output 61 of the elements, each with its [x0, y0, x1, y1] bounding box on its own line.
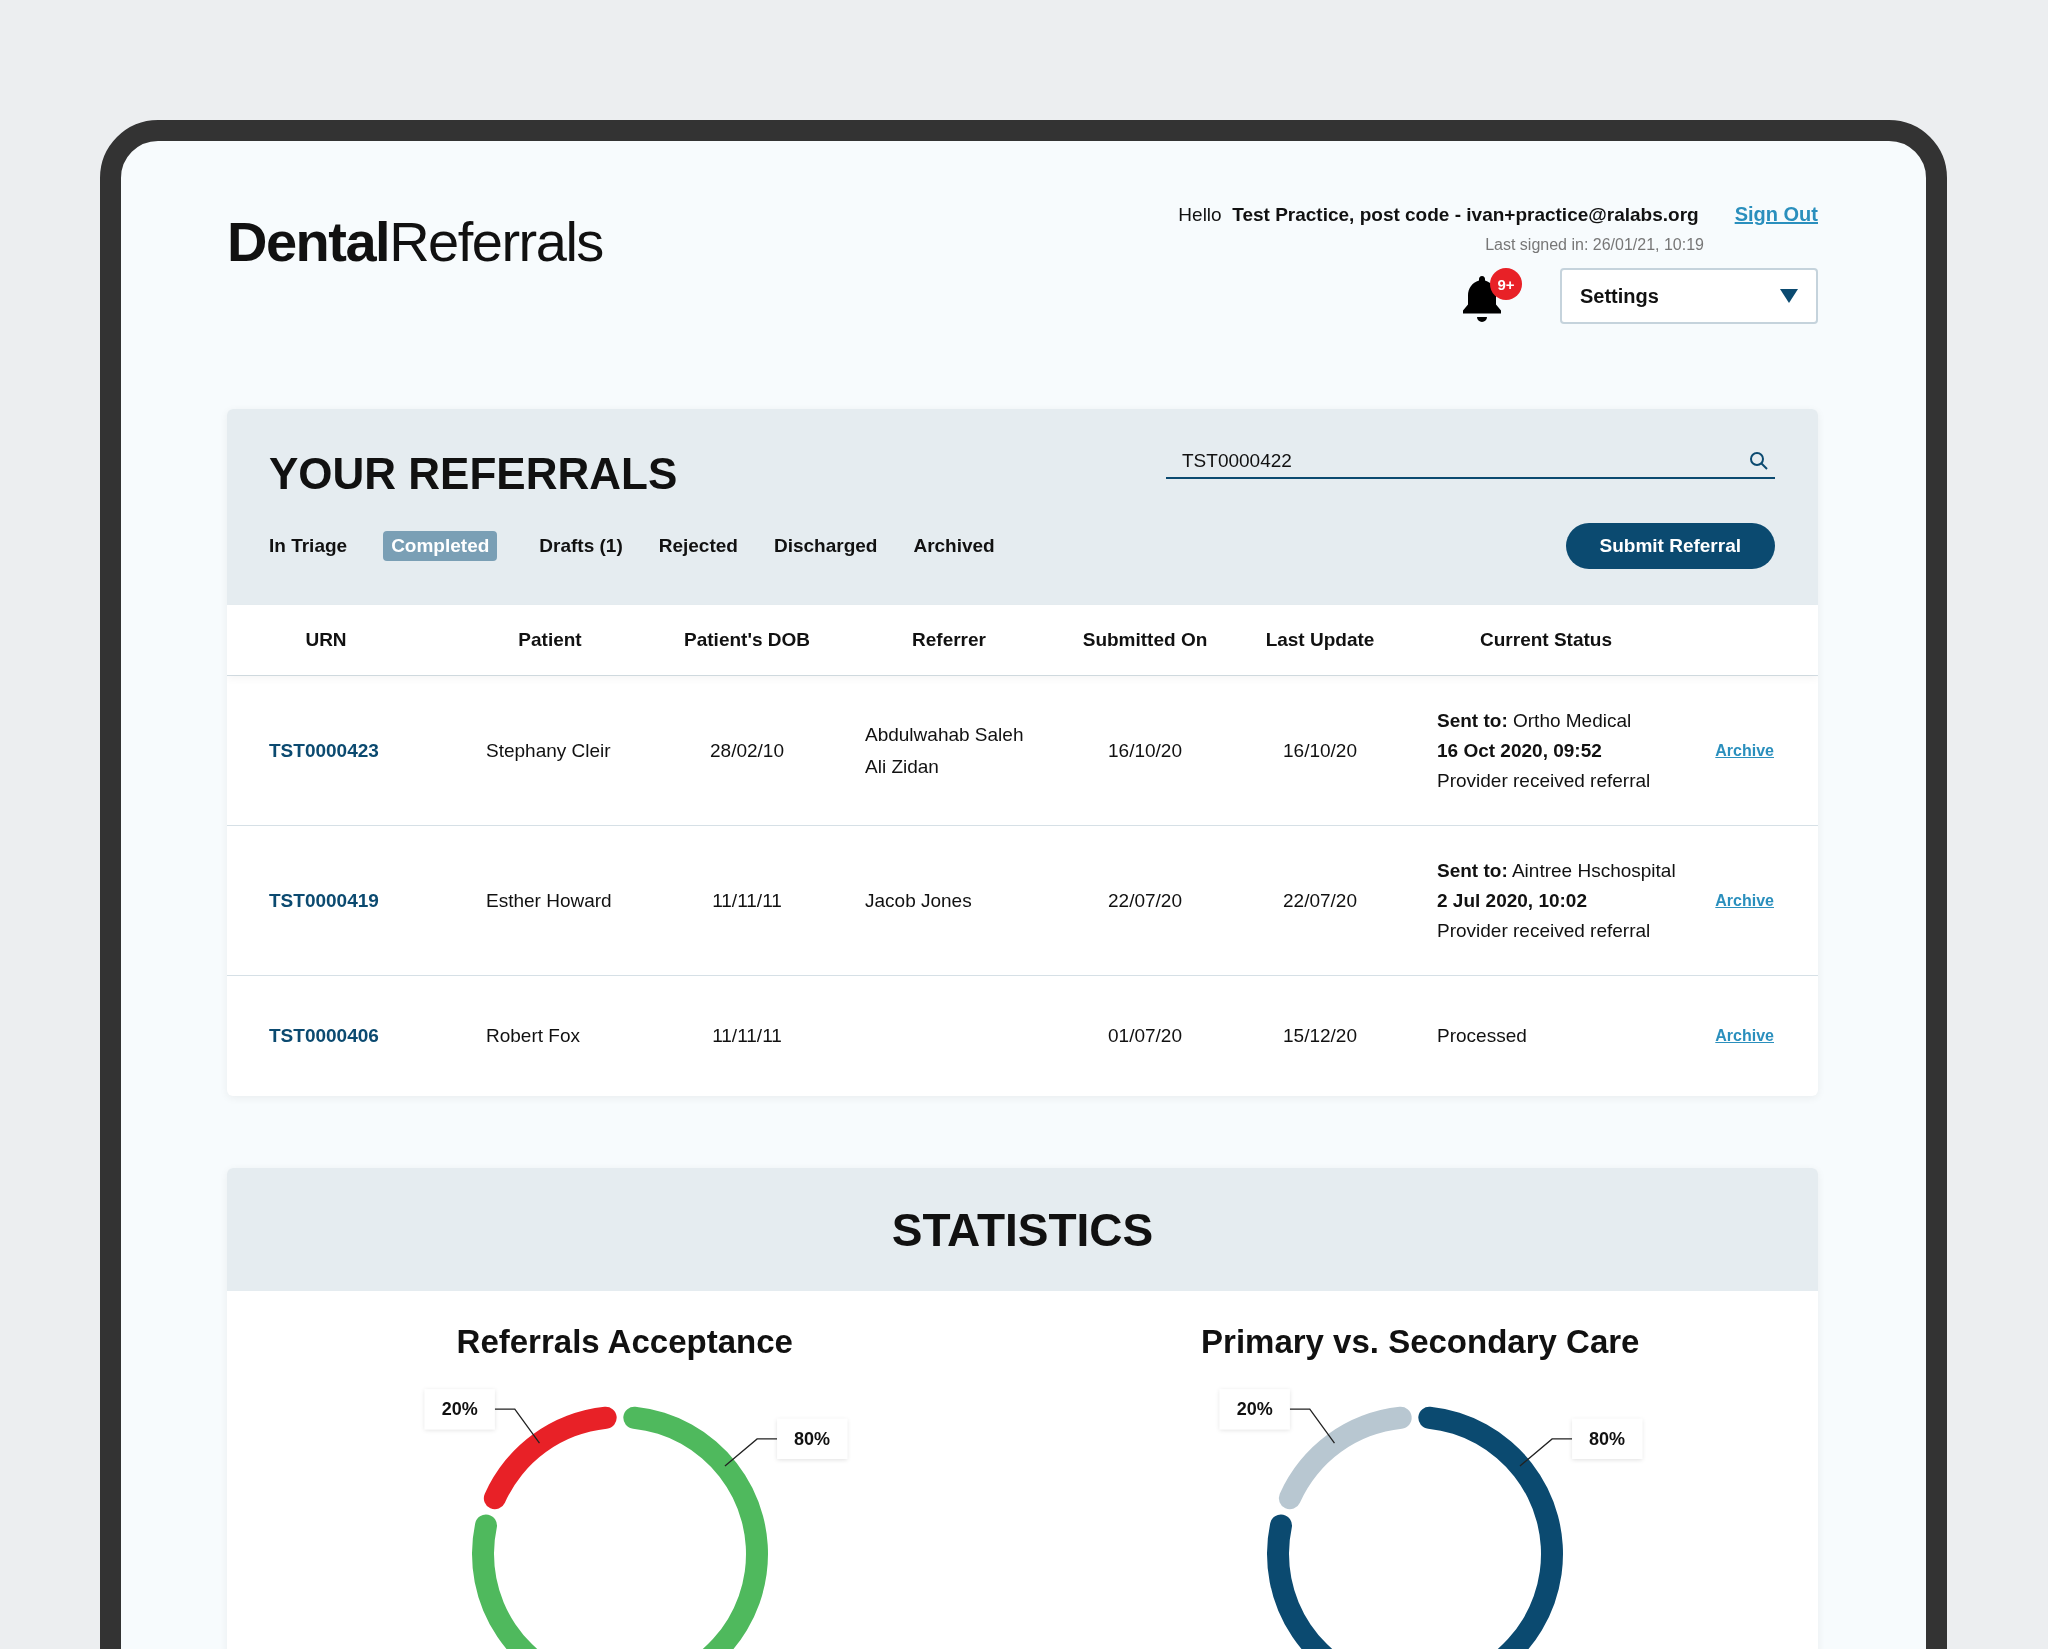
leader-line [493, 1408, 540, 1444]
search-field[interactable]: TST0000422 [1166, 445, 1775, 479]
caret-icon [1780, 289, 1798, 303]
table-cell-text: 28/02/10 [709, 739, 785, 762]
chart-title: Referrals Acceptance [456, 1323, 793, 1361]
table-cell-text: Esther Howard [485, 889, 613, 912]
column-header: Submitted On [1081, 629, 1209, 651]
filter-tab[interactable]: Discharged [765, 531, 886, 561]
value-label: 80% [1589, 1428, 1626, 1449]
table-cell-text: 11/11/11 [711, 889, 783, 912]
leader-line [724, 1438, 778, 1467]
table-cell-text: Abdulwahab Saleh Ali Zidan [864, 722, 1025, 779]
archive-link[interactable]: Archive [1715, 741, 1774, 760]
table-cell-text: Robert Fox [485, 1025, 581, 1047]
table-cell-text: 16/10/20 [1282, 739, 1358, 762]
table-cell-text: 15/12/20 [1282, 1025, 1358, 1047]
value-label: 80% [793, 1428, 830, 1449]
section-title: YOUR REFERRALS [269, 449, 678, 499]
urn-link[interactable]: TST0000423 [227, 739, 425, 762]
value-label: 20% [1237, 1399, 1274, 1420]
settings-dropdown[interactable]: Settings [1560, 268, 1818, 324]
archive-link[interactable]: Archive [1715, 891, 1774, 910]
table-cell-text: 11/11/11 [711, 1025, 783, 1047]
filter-tab[interactable]: Archived [905, 531, 1003, 561]
submit-referral-button[interactable]: Submit Referral [1565, 523, 1775, 569]
table-cell-text: 22/07/20 [1107, 889, 1183, 912]
column-header: Referrer [911, 629, 987, 651]
status-text: Provider received referral [1437, 768, 1651, 793]
table-cell-text: Stephany Cleir [485, 739, 612, 762]
urn-link[interactable]: TST0000406 [227, 1025, 425, 1047]
column-header: Patient's DOB [683, 629, 811, 651]
table-cell-text: 22/07/20 [1282, 889, 1358, 912]
column-header: URN [304, 629, 348, 651]
archive-link[interactable]: Archive [1715, 1027, 1774, 1045]
filter-tab[interactable]: In Triage [261, 531, 356, 561]
status-text: Provider received referral [1437, 918, 1651, 943]
urn-link[interactable]: TST0000419 [227, 889, 425, 912]
column-header: Patient [517, 629, 583, 651]
filter-tab[interactable]: Rejected [650, 531, 746, 561]
logo: DentalReferrals [227, 209, 603, 274]
chart-title: Primary vs. Secondary Care [1201, 1323, 1640, 1361]
status-date: 16 Oct 2020, 09:52 [1437, 738, 1602, 763]
value-label: 20% [441, 1399, 478, 1420]
status-date: 2 Jul 2020, 10:02 [1437, 888, 1587, 913]
status-text: Processed [1437, 1024, 1527, 1048]
section-title: STATISTICS [891, 1202, 1154, 1257]
status-recipient: Sent to: Ortho Medical [1437, 708, 1632, 733]
table-cell-text: 01/07/20 [1107, 1025, 1183, 1047]
notification-badge: 9+ [1490, 268, 1522, 300]
column-header: Last Update [1264, 629, 1376, 651]
status-recipient: Sent to: Aintree Hschospital [1437, 858, 1676, 883]
leader-line [1289, 1408, 1336, 1444]
sign-out-link[interactable]: Sign Out [1734, 203, 1818, 226]
last-signed-text: Last signed in: 26/01/21, 10:19 [1485, 236, 1704, 254]
filter-tab[interactable]: Drafts (1) [531, 531, 631, 561]
greeting-text: Hello Test Practice, post code - ivan+practice@ralabs.org [1178, 204, 1699, 226]
search-icon[interactable] [1749, 451, 1769, 471]
column-header: Current Status [1479, 629, 1613, 651]
table-cell-text: 16/10/20 [1107, 739, 1183, 762]
leader-line [1519, 1438, 1573, 1467]
table-cell-text: Jacob Jones [864, 888, 973, 913]
